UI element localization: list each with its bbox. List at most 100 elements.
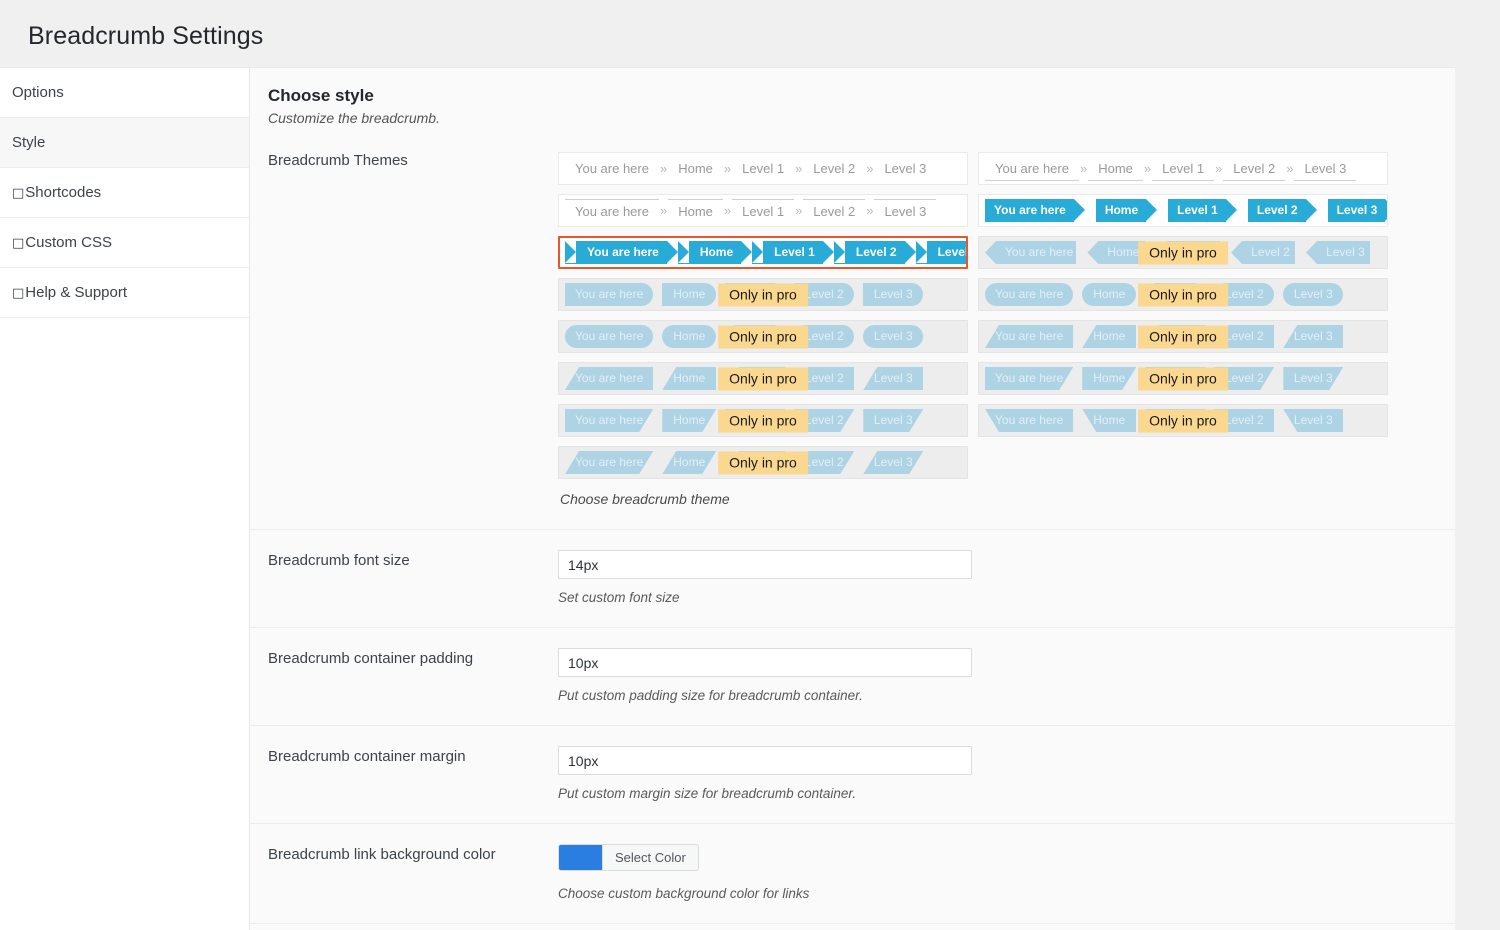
select-color-button[interactable]: Select Color bbox=[558, 844, 699, 871]
breadcrumb-crumb: Level 1 bbox=[752, 241, 823, 264]
theme-option-theme-8[interactable]: You are hereHomeLevel 1Level 2Level 3Onl… bbox=[558, 446, 968, 479]
breadcrumb-crumb: Home bbox=[1082, 283, 1136, 306]
font-size-hint: Set custom font size bbox=[558, 590, 1455, 605]
breadcrumb-separator: » bbox=[1285, 161, 1294, 176]
theme-option-theme-1[interactable]: You are here»Home»Level 1»Level 2»Level … bbox=[558, 152, 968, 185]
breadcrumb-themes-label: Breadcrumb Themes bbox=[250, 150, 558, 169]
sidebar-item-custom-css[interactable]: □Custom CSS bbox=[0, 218, 249, 268]
settings-fields: Breadcrumb font size Set custom font size… bbox=[250, 530, 1455, 924]
theme-option-theme-2[interactable]: You are here»Home»Level 1»Level 2»Level … bbox=[558, 194, 968, 227]
breadcrumb-crumb: Level 3 bbox=[863, 325, 923, 348]
sidebar-item-label: Options bbox=[12, 84, 64, 101]
container-padding-label: Breadcrumb container padding bbox=[250, 648, 558, 667]
breadcrumb-crumb: You are here bbox=[565, 409, 653, 432]
breadcrumb-crumb: Level 3 bbox=[1283, 325, 1343, 348]
link-bg-color-hint: Choose custom background color for links bbox=[558, 886, 1455, 901]
breadcrumb-crumb: Level 2 bbox=[1231, 241, 1295, 264]
only-in-pro-badge: Only in pro bbox=[1138, 283, 1228, 306]
sidebar-item-label: Style bbox=[12, 134, 45, 151]
theme-option-theme-14[interactable]: You are hereHomeLevel 1Level 2Level 3Onl… bbox=[978, 362, 1388, 395]
breadcrumb-separator: » bbox=[794, 161, 803, 176]
sidebar-item-options[interactable]: Options bbox=[0, 68, 249, 118]
font-size-input[interactable] bbox=[558, 550, 972, 579]
breadcrumb-theme-grid: You are here»Home»Level 1»Level 2»Level … bbox=[558, 152, 1388, 479]
breadcrumb-crumb: Level 1 bbox=[1152, 157, 1214, 181]
field-row-container-padding: Breadcrumb container paddingPut custom p… bbox=[250, 628, 1455, 726]
only-in-pro-badge: Only in pro bbox=[718, 283, 808, 306]
section-subheading: Customize the breadcrumb. bbox=[268, 110, 1455, 126]
theme-option-theme-12[interactable]: You are hereHomeLevel 1Level 2Level 3Onl… bbox=[978, 278, 1388, 311]
theme-option-theme-11[interactable]: You are hereHomeLevel 1Level 2Level 3Onl… bbox=[978, 236, 1388, 269]
sidebar-nav: OptionsStyle□Shortcodes□Custom CSS□Help … bbox=[0, 67, 250, 930]
container-padding-input[interactable] bbox=[558, 648, 972, 677]
field-row-link-bg-color: Breadcrumb link background color Select C… bbox=[250, 824, 1455, 924]
breadcrumb-crumb: Home bbox=[1096, 199, 1146, 222]
breadcrumb-crumb: Level 3 bbox=[874, 199, 936, 223]
field-row-container-margin: Breadcrumb container margin Put custom ma… bbox=[250, 726, 1455, 824]
breadcrumb-separator: » bbox=[865, 203, 874, 218]
breadcrumb-crumb: You are here bbox=[985, 157, 1079, 181]
breadcrumb-themes-hint: Choose breadcrumb theme bbox=[558, 491, 1455, 507]
breadcrumb-crumb: Home bbox=[668, 157, 723, 180]
sidebar-item-label: Shortcodes bbox=[25, 184, 101, 201]
sidebar-item-style[interactable]: Style bbox=[0, 118, 249, 168]
breadcrumb-separator: » bbox=[723, 203, 732, 218]
section-header: Choose style Customize the breadcrumb. bbox=[250, 68, 1455, 126]
placeholder-box-icon: □ bbox=[12, 236, 24, 251]
breadcrumb-crumb: Level 1 bbox=[732, 157, 794, 180]
theme-option-theme-15[interactable]: You are hereHomeLevel 1Level 2Level 3Onl… bbox=[978, 404, 1388, 437]
sidebar-item-label: Custom CSS bbox=[25, 234, 112, 251]
field-row-breadcrumb-themes: Breadcrumb Themes You are here»Home»Leve… bbox=[250, 126, 1455, 530]
breadcrumb-separator: » bbox=[659, 161, 668, 176]
breadcrumb-crumb: You are here bbox=[565, 325, 653, 348]
breadcrumb-separator: » bbox=[1143, 161, 1152, 176]
breadcrumb-separator: » bbox=[659, 203, 668, 218]
breadcrumb-crumb: You are here bbox=[985, 283, 1073, 306]
theme-option-theme-4[interactable]: You are hereHomeLevel 1Level 2Level 3Onl… bbox=[558, 278, 968, 311]
color-swatch[interactable] bbox=[559, 845, 602, 870]
breadcrumb-crumb: Level 2 bbox=[1248, 199, 1306, 222]
sidebar-item-help-support[interactable]: □Help & Support bbox=[0, 268, 249, 318]
theme-option-theme-9[interactable]: You are here»Home»Level 1»Level 2»Level … bbox=[978, 152, 1388, 185]
theme-option-theme-7[interactable]: You are hereHomeLevel 1Level 2Level 3Onl… bbox=[558, 404, 968, 437]
field-row-font-size: Breadcrumb font size Set custom font size bbox=[250, 530, 1455, 628]
placeholder-box-icon: □ bbox=[12, 186, 24, 201]
breadcrumb-crumb: Level 3 bbox=[1283, 409, 1343, 432]
sidebar-item-shortcodes[interactable]: □Shortcodes bbox=[0, 168, 249, 218]
breadcrumb-crumb: Level 2 bbox=[803, 157, 865, 180]
theme-option-theme-3[interactable]: You are hereHomeLevel 1Level 2Level 3 bbox=[558, 236, 968, 269]
settings-layout: OptionsStyle□Shortcodes□Custom CSS□Help … bbox=[0, 67, 1500, 930]
only-in-pro-badge: Only in pro bbox=[718, 409, 808, 432]
breadcrumb-crumb: Level 3 bbox=[1306, 241, 1370, 264]
only-in-pro-badge: Only in pro bbox=[1138, 367, 1228, 390]
section-heading: Choose style bbox=[268, 86, 1455, 106]
breadcrumb-crumb: Home bbox=[678, 241, 741, 264]
breadcrumb-crumb: You are here bbox=[985, 325, 1073, 348]
container-margin-label: Breadcrumb container margin bbox=[250, 746, 558, 765]
breadcrumb-crumb: You are here bbox=[985, 409, 1073, 432]
breadcrumb-crumb: Home bbox=[662, 451, 716, 474]
font-size-label: Breadcrumb font size bbox=[250, 550, 558, 569]
select-color-label: Select Color bbox=[602, 845, 698, 870]
breadcrumb-crumb: Home bbox=[1082, 409, 1136, 432]
breadcrumb-crumb: Level 3 bbox=[874, 157, 936, 180]
breadcrumb-crumb: Level 2 bbox=[803, 199, 865, 223]
breadcrumb-crumb: Home bbox=[662, 409, 716, 432]
theme-option-theme-10[interactable]: You are hereHomeLevel 1Level 2Level 3 bbox=[978, 194, 1388, 227]
only-in-pro-badge: Only in pro bbox=[1138, 241, 1228, 264]
theme-option-theme-6[interactable]: You are hereHomeLevel 1Level 2Level 3Onl… bbox=[558, 362, 968, 395]
theme-option-theme-5[interactable]: You are hereHomeLevel 1Level 2Level 3Onl… bbox=[558, 320, 968, 353]
breadcrumb-crumb: Home bbox=[662, 367, 716, 390]
breadcrumb-crumb: You are here bbox=[985, 367, 1073, 390]
theme-option-theme-13[interactable]: You are hereHomeLevel 1Level 2Level 3Onl… bbox=[978, 320, 1388, 353]
container-margin-input[interactable] bbox=[558, 746, 972, 775]
breadcrumb-crumb: Level 3 bbox=[916, 241, 968, 264]
breadcrumb-crumb: Level 3 bbox=[1283, 367, 1343, 390]
breadcrumb-crumb: You are here bbox=[985, 241, 1076, 264]
only-in-pro-badge: Only in pro bbox=[718, 325, 808, 348]
container-margin-hint: Put custom margin size for breadcrumb co… bbox=[558, 786, 1455, 801]
only-in-pro-badge: Only in pro bbox=[718, 451, 808, 474]
breadcrumb-crumb: You are here bbox=[565, 283, 653, 306]
only-in-pro-badge: Only in pro bbox=[1138, 409, 1228, 432]
link-bg-color-label: Breadcrumb link background color bbox=[250, 844, 558, 863]
